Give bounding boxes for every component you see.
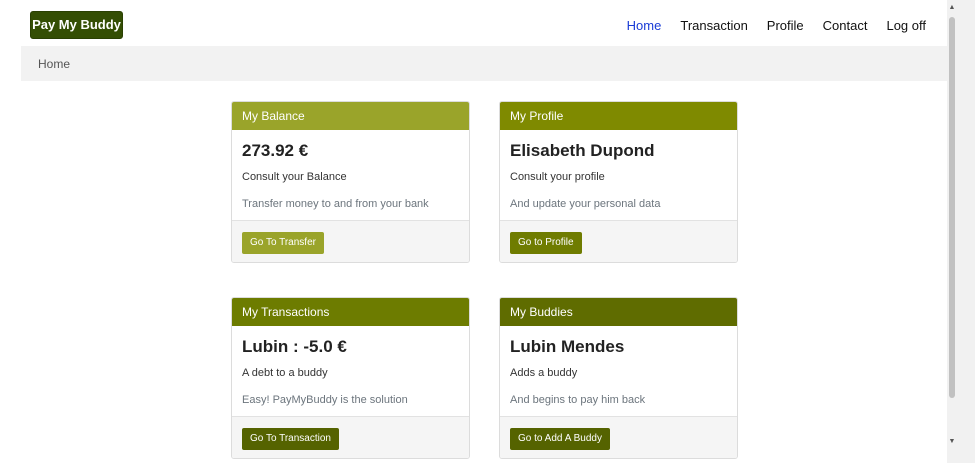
card-muted-text: And update your personal data (510, 198, 661, 210)
card-header: My Buddies (500, 298, 737, 326)
card-footer: Go To Transaction (232, 416, 469, 458)
balance-card: My Balance 273.92 € Consult your Balance… (231, 101, 470, 263)
card-text: Consult your profile (510, 171, 605, 183)
go-to-transaction-button[interactable]: Go To Transaction (242, 428, 339, 450)
card-muted-text: Transfer money to and from your bank (242, 198, 429, 210)
nav-link-profile[interactable]: Profile (767, 18, 804, 33)
card-muted-text: And begins to pay him back (510, 394, 646, 406)
go-to-transfer-button[interactable]: Go To Transfer (242, 232, 324, 254)
nav-link-contact[interactable]: Contact (823, 18, 868, 33)
card-header: My Transactions (232, 298, 469, 326)
page: Pay My Buddy Home Transaction Profile Co… (0, 0, 947, 463)
navbar: Pay My Buddy Home Transaction Profile Co… (0, 0, 947, 46)
go-to-profile-button[interactable]: Go to Profile (510, 232, 582, 254)
card-body: Lubin : -5.0 € A debt to a buddy Easy! P… (232, 326, 469, 417)
card-body: Elisabeth Dupond Consult your profile An… (500, 130, 737, 221)
balance-amount: 273.92 € (242, 141, 309, 160)
scroll-up-arrow-icon[interactable]: ▲ (947, 2, 957, 14)
transactions-card: My Transactions Lubin : -5.0 € A debt to… (231, 297, 470, 459)
vertical-scrollbar[interactable]: ▲ ▼ (947, 0, 975, 463)
card-footer: Go To Transfer (232, 220, 469, 262)
card-body: Lubin Mendes Adds a buddy And begins to … (500, 326, 737, 417)
card-text: A debt to a buddy (242, 367, 328, 379)
card-footer: Go to Profile (500, 220, 737, 262)
card-footer: Go to Add A Buddy (500, 416, 737, 458)
card-header: My Balance (232, 102, 469, 130)
scroll-down-arrow-icon[interactable]: ▼ (947, 436, 957, 448)
buddies-card: My Buddies Lubin Mendes Adds a buddy And… (499, 297, 738, 459)
brand-logo[interactable]: Pay My Buddy (30, 11, 123, 39)
card-header: My Profile (500, 102, 737, 130)
card-text: Consult your Balance (242, 171, 347, 183)
nav-link-transaction[interactable]: Transaction (680, 18, 747, 33)
breadcrumb-current: Home (38, 57, 71, 71)
nav-link-home[interactable]: Home (627, 18, 662, 33)
nav-link-log-off[interactable]: Log off (886, 18, 926, 33)
profile-card: My Profile Elisabeth Dupond Consult your… (499, 101, 738, 263)
scrollbar-thumb[interactable] (949, 17, 955, 398)
card-body: 273.92 € Consult your Balance Transfer m… (232, 130, 469, 221)
card-text: Adds a buddy (510, 367, 578, 379)
last-transaction: Lubin : -5.0 € (242, 337, 347, 356)
nav-links: Home Transaction Profile Contact Log off (608, 18, 926, 33)
card-muted-text: Easy! PayMyBuddy is the solution (242, 394, 408, 406)
go-to-add-buddy-button[interactable]: Go to Add A Buddy (510, 428, 610, 450)
buddy-name: Lubin Mendes (510, 337, 625, 356)
profile-name: Elisabeth Dupond (510, 141, 655, 160)
breadcrumb: Home (21, 46, 947, 81)
